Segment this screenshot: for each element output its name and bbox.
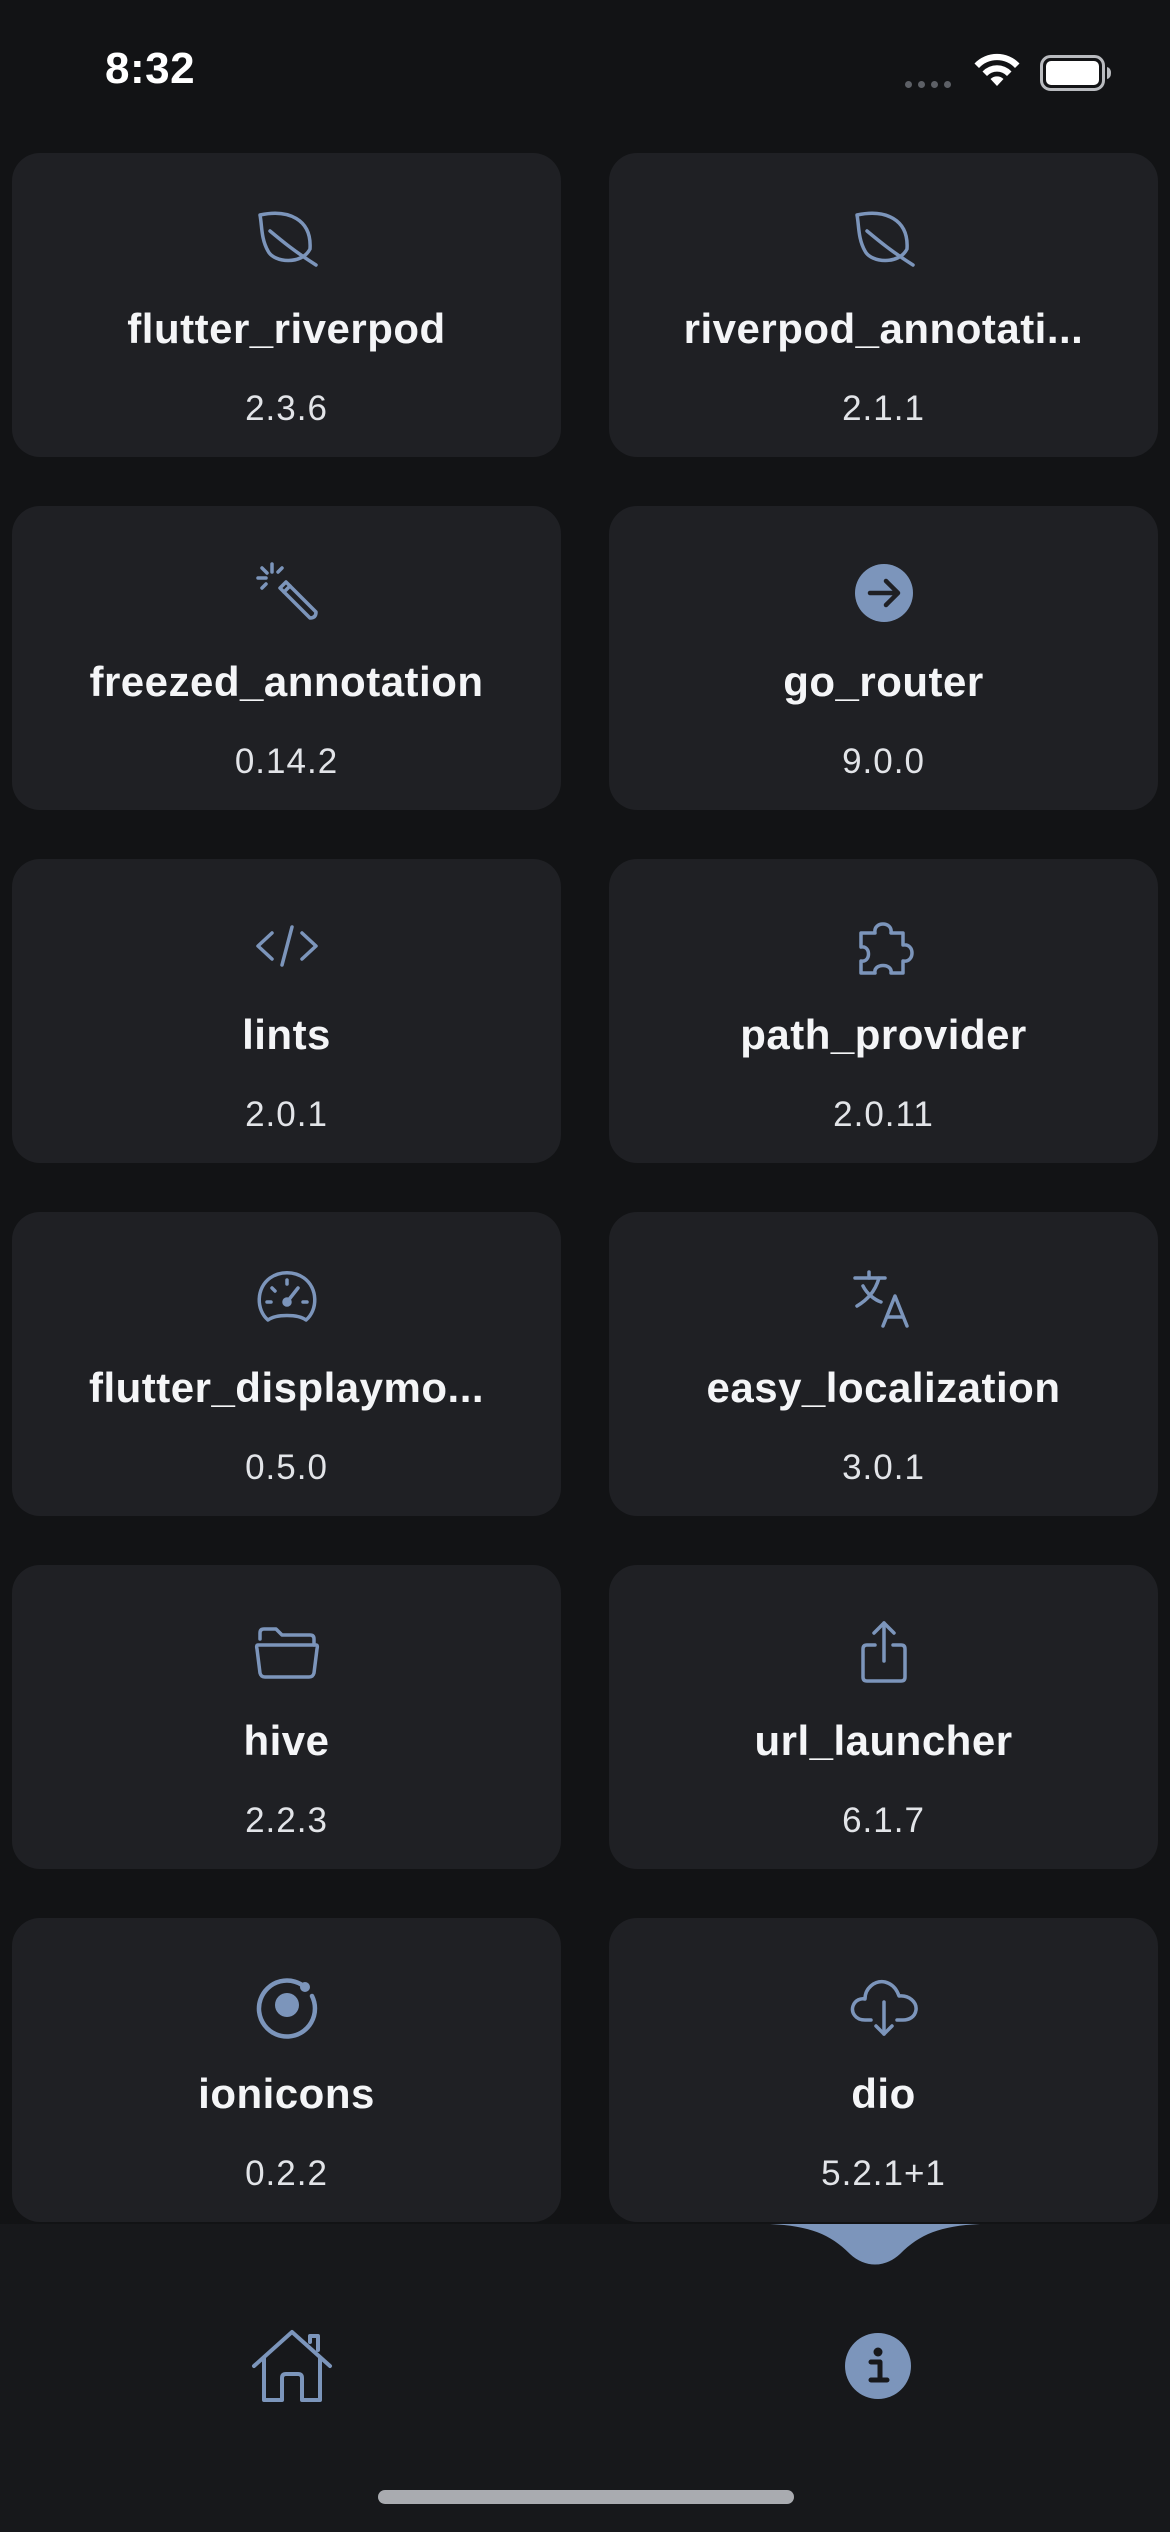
package-card[interactable]: riverpod_annotati... 2.1.1 — [609, 153, 1158, 457]
info-icon[interactable] — [843, 2331, 913, 2401]
package-card[interactable]: dio 5.2.1+1 — [609, 1918, 1158, 2222]
package-version: 6.1.7 — [842, 1801, 925, 1840]
wifi-icon — [974, 53, 1020, 86]
package-version: 9.0.0 — [842, 742, 925, 781]
package-version: 2.1.1 — [842, 389, 925, 428]
package-version: 3.0.1 — [842, 1448, 925, 1487]
package-card[interactable]: easy_localization 3.0.1 — [609, 1212, 1158, 1516]
status-time: 8:32 — [105, 44, 196, 93]
home-icon[interactable] — [250, 2324, 334, 2408]
leaf-icon — [849, 205, 919, 275]
bottom-navigation-bar — [0, 2224, 1170, 2532]
package-name: url_launcher — [754, 1717, 1013, 1764]
package-name: easy_localization — [706, 1364, 1061, 1411]
package-name: dio — [851, 2070, 916, 2117]
package-version: 2.2.3 — [245, 1801, 328, 1840]
package-name: lints — [242, 1011, 331, 1058]
cellular-signal-icon — [905, 81, 951, 88]
package-card[interactable]: freezed_annotation 0.14.2 — [12, 506, 561, 810]
status-bar: 8:32 — [0, 0, 1170, 150]
share-icon — [849, 1617, 919, 1687]
package-name: flutter_riverpod — [127, 305, 446, 352]
puzzle-icon — [849, 911, 919, 981]
code-icon — [252, 911, 322, 981]
package-card[interactable]: flutter_displaymo... 0.5.0 — [12, 1212, 561, 1516]
package-version: 2.0.11 — [833, 1095, 934, 1134]
package-card[interactable]: path_provider 2.0.11 — [609, 859, 1158, 1163]
package-card[interactable]: url_launcher 6.1.7 — [609, 1565, 1158, 1869]
leaf-icon — [252, 205, 322, 275]
package-version: 0.5.0 — [245, 1448, 328, 1487]
package-version: 0.14.2 — [234, 742, 339, 781]
package-name: freezed_annotation — [89, 658, 484, 705]
package-name: path_provider — [740, 1011, 1027, 1058]
active-tab-indicator — [770, 2224, 980, 2265]
package-card[interactable]: lints 2.0.1 — [12, 859, 561, 1163]
package-card[interactable]: go_router 9.0.0 — [609, 506, 1158, 810]
package-name: hive — [243, 1717, 330, 1764]
package-version: 2.0.1 — [245, 1095, 328, 1134]
package-name: go_router — [783, 658, 984, 705]
package-name: ionicons — [198, 2070, 375, 2117]
package-card[interactable]: hive 2.2.3 — [12, 1565, 561, 1869]
speedometer-icon — [252, 1264, 322, 1334]
package-name: flutter_displaymo... — [88, 1364, 485, 1411]
arrow-circle-right-icon — [849, 558, 919, 628]
package-card[interactable]: ionicons 0.2.2 — [12, 1918, 561, 2222]
folder-open-icon — [252, 1617, 322, 1687]
battery-icon — [1040, 55, 1111, 91]
cloud-download-icon — [849, 1970, 919, 2040]
package-name: riverpod_annotati... — [683, 305, 1084, 352]
translate-icon — [849, 1264, 919, 1334]
package-version: 2.3.6 — [245, 389, 328, 428]
package-version: 5.2.1+1 — [821, 2154, 946, 2193]
ionic-icon — [252, 1970, 322, 2040]
package-card[interactable]: flutter_riverpod 2.3.6 — [12, 153, 561, 457]
package-version: 0.2.2 — [245, 2154, 328, 2193]
magic-wand-icon — [252, 558, 322, 628]
home-indicator[interactable] — [378, 2490, 794, 2504]
